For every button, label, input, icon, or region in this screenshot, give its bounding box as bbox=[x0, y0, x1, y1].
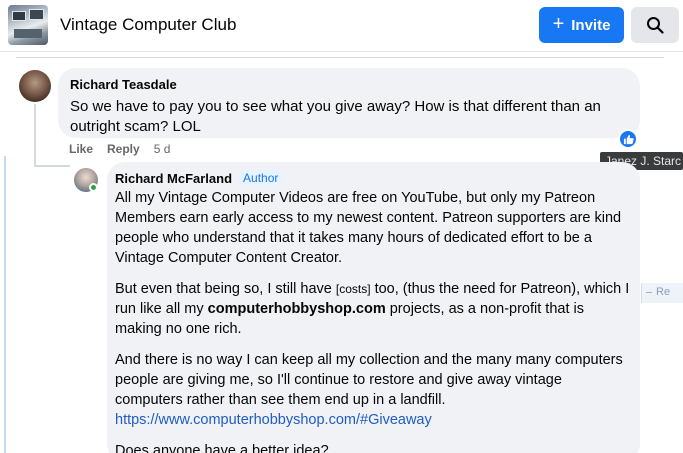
thread-connector bbox=[34, 104, 36, 166]
comment-author[interactable]: Richard Teasdale bbox=[70, 77, 628, 92]
side-fragment[interactable]: Re bbox=[641, 283, 683, 303]
reply-author[interactable]: Richard McFarland bbox=[115, 171, 232, 186]
costs-tag: [costs] bbox=[335, 282, 371, 296]
reply-bubble: Richard McFarland Author All my Vintage … bbox=[107, 162, 640, 453]
search-button[interactable] bbox=[631, 7, 679, 43]
invite-label: Invite bbox=[571, 16, 611, 34]
search-icon bbox=[647, 17, 664, 34]
thread-line-vertical bbox=[4, 156, 6, 453]
reply-paragraph: All my Vintage Computer Videos are free … bbox=[115, 190, 622, 266]
author-badge: Author bbox=[238, 170, 284, 186]
giveaway-link[interactable]: https://www.computerhobbyshop.com/#Givea… bbox=[115, 412, 432, 428]
comment-bubble: Richard Teasdale So we have to pay you t… bbox=[58, 68, 640, 138]
thread-connector-curve bbox=[34, 165, 70, 167]
online-status-dot bbox=[89, 183, 98, 192]
like-icon bbox=[623, 134, 634, 144]
group-header: Vintage Computer Club + Invite bbox=[0, 0, 683, 52]
comment-actions: Like Reply 5 d bbox=[69, 142, 170, 156]
plus-icon: + bbox=[552, 13, 565, 35]
reply-paragraph: Does anyone have a better idea? bbox=[115, 443, 329, 453]
like-reaction-badge[interactable] bbox=[618, 129, 638, 149]
group-cover-thumbnail[interactable] bbox=[8, 5, 48, 45]
thread-line-top bbox=[16, 57, 664, 58]
comment-timestamp[interactable]: 5 d bbox=[154, 142, 171, 156]
invite-button[interactable]: + Invite bbox=[539, 7, 624, 43]
comment-text: So we have to pay you to see what you gi… bbox=[70, 98, 601, 135]
reply-paragraph: And there is no way I can keep all my co… bbox=[115, 352, 623, 428]
avatar[interactable] bbox=[19, 70, 51, 102]
group-title[interactable]: Vintage Computer Club bbox=[60, 15, 236, 35]
site-name: computerhobbyshop.com bbox=[207, 301, 386, 317]
like-link[interactable]: Like bbox=[69, 142, 93, 156]
reply-paragraph: But even that being so, I still have [co… bbox=[115, 281, 630, 337]
reply-link[interactable]: Reply bbox=[107, 142, 140, 156]
